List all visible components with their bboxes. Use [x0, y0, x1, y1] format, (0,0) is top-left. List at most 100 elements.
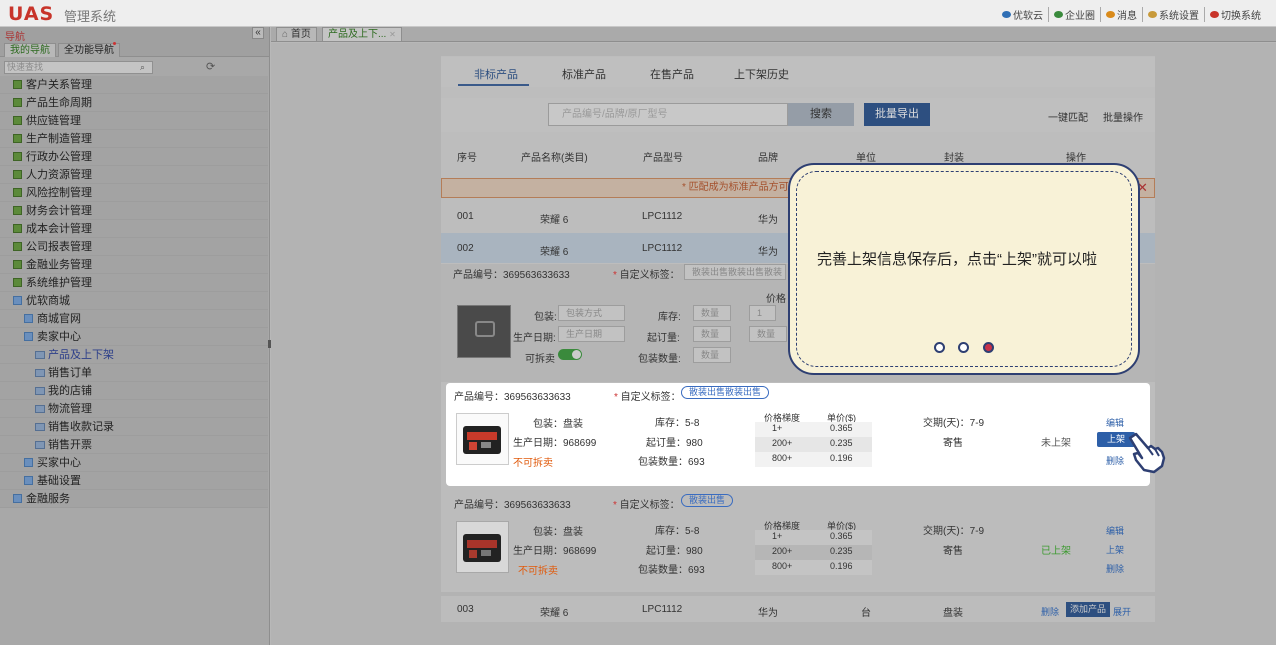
- edit-link[interactable]: 编辑: [1106, 524, 1124, 537]
- folder-icon: [24, 476, 33, 485]
- tier-input[interactable]: 1: [749, 305, 776, 321]
- sidebar: 导航 « 我的导航 全功能导航 快速查找 ⌕ ⟳ 客户关系管理 产品生命周期供应链…: [0, 27, 271, 645]
- sidebar-item[interactable]: 财务会计管理: [0, 202, 268, 220]
- folder-icon: [13, 80, 22, 89]
- sidebar-item[interactable]: 我的店铺: [0, 382, 268, 400]
- top-nav-item-messages[interactable]: 消息: [1101, 7, 1143, 22]
- sidebar-item[interactable]: 优软商城: [0, 292, 268, 310]
- sidebar-item[interactable]: 成本会计管理: [0, 220, 268, 238]
- price-tiers: 价格梯度 单价($) 1+ 0.365 200+ 0.235 800+ 0.196: [755, 410, 872, 467]
- sidebar-item-label: 供应链管理: [26, 115, 81, 127]
- tab-my-nav[interactable]: 我的导航: [4, 43, 56, 57]
- toolkit-image: [463, 426, 501, 454]
- sidebar-item-label: 销售订单: [48, 367, 92, 379]
- sidebar-tabs: 我的导航 全功能导航: [0, 41, 269, 57]
- stock-input[interactable]: 数量: [693, 305, 731, 321]
- sidebar-item[interactable]: 行政办公管理: [0, 148, 268, 166]
- edit-link[interactable]: 编辑: [1106, 416, 1124, 429]
- message-icon: [1106, 11, 1115, 18]
- sidebar-item[interactable]: 基础设置: [0, 472, 268, 490]
- batch-operation-link[interactable]: 批量操作: [1103, 109, 1143, 124]
- top-bar: UAS 管理系统 优软云 企业圈 消息 系统设置 切换系统: [0, 0, 1276, 27]
- pointer-hand-icon: [1128, 432, 1166, 474]
- document-icon: [35, 387, 45, 395]
- search-icon[interactable]: ⌕: [140, 62, 145, 73]
- step-dot[interactable]: [934, 342, 945, 353]
- sidebar-item[interactable]: 金融服务: [0, 490, 268, 508]
- subtab-history[interactable]: 上下架历史: [734, 66, 789, 82]
- sidebar-item[interactable]: 产品及上下架: [0, 346, 268, 364]
- step-dot-active[interactable]: [983, 342, 994, 353]
- sidebar-item[interactable]: 销售收款记录: [0, 418, 268, 436]
- split-sale-toggle[interactable]: [558, 349, 582, 360]
- top-nav-item-cloud[interactable]: 优软云: [997, 7, 1049, 22]
- sidebar-item[interactable]: 物流管理: [0, 400, 268, 418]
- moq-input[interactable]: 数量: [693, 326, 731, 342]
- date-input[interactable]: 生产日期: [558, 326, 625, 342]
- expand-link[interactable]: 展开: [1113, 605, 1131, 618]
- sidebar-item[interactable]: 买家中心: [0, 454, 268, 472]
- guide-tooltip: 完善上架信息保存后，点击“上架”就可以啦: [788, 163, 1140, 375]
- one-click-match-link[interactable]: 一键匹配: [1048, 109, 1088, 124]
- col-pack: 封装: [944, 153, 964, 164]
- sidebar-item-label: 买家中心: [37, 457, 81, 469]
- close-icon[interactable]: ✕: [389, 30, 396, 39]
- subtab-nonstandard[interactable]: 非标产品: [474, 66, 518, 82]
- tab-products[interactable]: 产品及上下... ✕: [322, 27, 402, 42]
- subtab-standard[interactable]: 标准产品: [562, 66, 606, 82]
- table-row[interactable]: 003 荣耀 6 LPC1112 华为 台 盘装 删除 添加产品 展开: [441, 596, 1155, 622]
- add-product-button[interactable]: 添加产品: [1066, 602, 1111, 617]
- price-tiers: 价格梯度 单价($) 1+ 0.365 200+ 0.235 800+ 0.196: [755, 518, 872, 575]
- batch-export-button[interactable]: 批量导出: [864, 103, 930, 126]
- sidebar-item-label: 销售开票: [48, 439, 92, 451]
- collapse-button[interactable]: «: [252, 27, 264, 39]
- sidebar-item[interactable]: 产品生命周期: [0, 94, 268, 112]
- sidebar-item[interactable]: 供应链管理: [0, 112, 268, 130]
- folder-icon: [13, 224, 22, 233]
- tier-qty-input[interactable]: 数量: [749, 326, 787, 342]
- sidebar-item[interactable]: 商城官网: [0, 310, 268, 328]
- sidebar-item-label: 基础设置: [37, 475, 81, 487]
- refresh-icon[interactable]: ⟳: [206, 60, 215, 73]
- sidebar-item-label: 金融服务: [26, 493, 70, 505]
- top-nav-item-circle[interactable]: 企业圈: [1049, 7, 1101, 22]
- sidebar-item[interactable]: 销售订单: [0, 364, 268, 382]
- sidebar-item[interactable]: 公司报表管理: [0, 238, 268, 256]
- top-nav-item-switch[interactable]: 切换系统: [1205, 7, 1266, 22]
- logo: UAS: [8, 3, 55, 25]
- search-button[interactable]: 搜索: [788, 103, 854, 126]
- product-search-input[interactable]: 产品编号/品牌/原厂型号: [548, 103, 788, 126]
- photo-upload[interactable]: [457, 305, 511, 358]
- sidebar-item-label: 成本会计管理: [26, 223, 92, 235]
- top-nav-item-settings[interactable]: 系统设置: [1143, 7, 1205, 22]
- cloud-icon: [1002, 11, 1011, 18]
- step-dot[interactable]: [958, 342, 969, 353]
- globe-icon: [1054, 11, 1063, 18]
- tab-home[interactable]: ⌂ 首页: [276, 27, 317, 42]
- delete-link[interactable]: 删除: [1106, 562, 1124, 575]
- active-tab-indicator: [458, 84, 529, 86]
- sidebar-item[interactable]: 销售开票: [0, 436, 268, 454]
- packqty-input[interactable]: 数量: [693, 347, 731, 363]
- sidebar-item[interactable]: 风险控制管理: [0, 184, 268, 202]
- tag-input[interactable]: 散装出售散装出售散装: [684, 264, 786, 280]
- sidebar-item-label: 物流管理: [48, 403, 92, 415]
- sidebar-item[interactable]: 生产制造管理: [0, 130, 268, 148]
- product-thumbnail: [456, 413, 509, 465]
- pack-input[interactable]: 包装方式: [558, 305, 625, 321]
- delete-link[interactable]: 删除: [1041, 605, 1059, 618]
- sidebar-item[interactable]: 人力资源管理: [0, 166, 268, 184]
- sidebar-header: 导航 «: [0, 27, 269, 43]
- sidebar-item[interactable]: 系统维护管理: [0, 274, 268, 292]
- delete-link[interactable]: 删除: [1106, 454, 1124, 467]
- subtab-on-sale[interactable]: 在售产品: [650, 66, 694, 82]
- sidebar-item[interactable]: 客户关系管理: [0, 76, 268, 94]
- highlighted-product-item: 产品编号：369563633633 * 自定义标签： 散装出售散装出售 包装：盘…: [446, 383, 1150, 486]
- shelve-link[interactable]: 上架: [1106, 543, 1124, 556]
- shelf-status: 已上架: [1041, 546, 1071, 557]
- tab-all-nav[interactable]: 全功能导航: [58, 43, 120, 57]
- quick-search-input[interactable]: 快速查找: [4, 61, 153, 74]
- folder-icon: [13, 116, 22, 125]
- sidebar-item[interactable]: 卖家中心: [0, 328, 268, 346]
- sidebar-item[interactable]: 金融业务管理: [0, 256, 268, 274]
